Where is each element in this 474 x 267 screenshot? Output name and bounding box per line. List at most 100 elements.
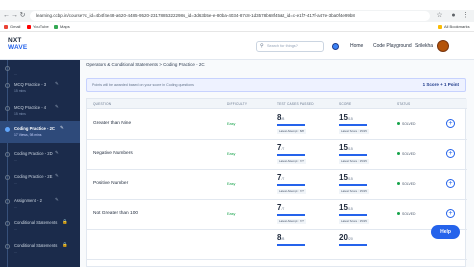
search-input[interactable]: ⚲ Search for things?: [256, 41, 324, 52]
solved-dot-icon: [397, 152, 400, 155]
progress-circle-icon: [5, 106, 10, 111]
nav-code-playground[interactable]: Code Playground: [373, 42, 412, 50]
latest-attempt: Latest Attempt : 7/7: [277, 219, 306, 224]
table-row[interactable]: Positive Number Easy 7/7 Latest Attempt : 7…: [87, 170, 467, 200]
streak-icon[interactable]: [332, 43, 339, 50]
back-icon[interactable]: ←: [3, 10, 10, 22]
bookmark-youtube[interactable]: YouTube: [27, 22, 49, 32]
progress-circle-icon: [5, 221, 10, 226]
solved-dot-icon: [397, 182, 400, 185]
browser-toolbar: ← → ↻ learning.ccbp.in/course?c_id=4b4f4…: [0, 10, 474, 22]
solved-dot-icon: [397, 212, 400, 215]
table-row[interactable]: Not Greater than 100 Easy 7/7 Latest Attemp…: [87, 200, 467, 230]
score-summary: 1 Score + 1 Point: [422, 82, 459, 87]
progress-fill: [277, 214, 305, 216]
open-question-icon[interactable]: +: [446, 149, 455, 158]
progress-circle-icon: [5, 152, 10, 157]
table-row[interactable]: Greater than Nine Easy 8/8 Latest Attempt :…: [87, 110, 467, 140]
user-name[interactable]: Srilekha: [415, 42, 433, 50]
question-title[interactable]: Not Greater than 100: [93, 211, 138, 216]
sidebar-item-mcq-4[interactable]: MCQ Practice - 4 15 mins ✎: [0, 100, 80, 122]
progress-fill: [339, 244, 367, 246]
profile-icon[interactable]: ●: [450, 10, 457, 22]
score-progress: [339, 214, 367, 216]
youtube-icon: [27, 24, 31, 29]
progress-circle-icon: [5, 66, 10, 71]
difficulty-label: Easy: [227, 182, 236, 186]
progress-fill: [277, 184, 305, 186]
bookmark-maps[interactable]: Maps: [54, 22, 70, 32]
sidebar-item-conditional-statements-2[interactable]: Conditional Statements ... 🔒: [0, 238, 80, 260]
reload-icon[interactable]: ↻: [19, 10, 26, 22]
col-question: QUESTION: [93, 102, 112, 106]
lock-icon: 🔒: [62, 242, 68, 247]
app-window: ← → ↻ learning.ccbp.in/course?c_id=4b4f4…: [0, 0, 474, 267]
code-icon: ✎: [55, 197, 59, 202]
status-badge: SOLVED: [397, 152, 416, 156]
latest-attempt: Latest Attempt : 7/7: [277, 159, 306, 164]
test-cases-progress: [277, 214, 305, 216]
score-progress: [339, 184, 367, 186]
col-status: STATUS: [397, 102, 411, 106]
progress-fill: [339, 214, 367, 216]
test-cases-progress: [277, 184, 305, 186]
difficulty-label: Easy: [227, 122, 236, 126]
test-cases-value: 7/7: [277, 203, 285, 212]
progress-circle-icon: [5, 83, 10, 88]
avatar[interactable]: [437, 40, 449, 52]
sidebar-item-conditional-statements[interactable]: Conditional Statements ... 🔒: [0, 215, 80, 237]
score-progress: [339, 124, 367, 126]
sidebar-item-coding-2d[interactable]: Coding Practice - 2D ... ✎: [0, 146, 80, 168]
folder-icon: [438, 24, 442, 29]
difficulty-label: Easy: [227, 152, 236, 156]
status-badge: SOLVED: [397, 182, 416, 186]
table-header: QUESTION DIFFICULTY TEST CASES PASSED SC…: [87, 99, 467, 109]
table-row[interactable]: Negative Numbers Easy 7/7 Latest Attempt : …: [87, 140, 467, 170]
nav-home[interactable]: Home: [350, 42, 363, 50]
main-content: Operators & Conditional Statements > Cod…: [80, 60, 474, 267]
test-cases-progress: [277, 154, 305, 156]
edit-icon: ✎: [55, 81, 59, 86]
breadcrumb[interactable]: Operators & Conditional Statements > Cod…: [86, 62, 205, 67]
latest-score: Latest Score : 15/15: [339, 129, 369, 134]
menu-icon[interactable]: ⋮: [462, 10, 469, 22]
search-icon: ⚲: [260, 43, 264, 49]
bookmark-gmail[interactable]: Gmail: [4, 22, 20, 32]
sidebar-item-mcq-3[interactable]: MCQ Practice - 3 15 mins ✎: [0, 77, 80, 99]
score-progress: [339, 244, 367, 246]
progress-circle-icon: [5, 127, 10, 132]
test-cases-progress: [277, 244, 305, 246]
test-cases-progress: [277, 124, 305, 126]
col-test-cases: TEST CASES PASSED: [277, 102, 314, 106]
question-title[interactable]: Negative Numbers: [93, 151, 133, 156]
score-value: 15/15: [339, 203, 353, 212]
sidebar-item-assignment-2[interactable]: Assignment - 2 ... ✎: [0, 193, 80, 215]
progress-circle-icon: [5, 244, 10, 249]
question-title[interactable]: Positive Number: [93, 181, 128, 186]
sidebar: ... MCQ Practice - 3 15 mins ✎ MCQ Pract…: [0, 60, 80, 267]
status-badge: SOLVED: [397, 122, 416, 126]
question-title[interactable]: Greater than Nine: [93, 121, 131, 126]
latest-score: Latest Score : 15/15: [339, 189, 369, 194]
open-question-icon[interactable]: +: [446, 209, 455, 218]
table-row[interactable]: 8/8 20/20: [87, 230, 467, 260]
score-value: 15/15: [339, 143, 353, 152]
latest-attempt: Latest Attempt : 7/7: [277, 189, 306, 194]
sidebar-item-coding-2c[interactable]: Coding Practice - 2C 17 Views, 98 mins ✎: [0, 121, 80, 143]
col-score: SCORE: [339, 102, 352, 106]
open-question-icon[interactable]: +: [446, 179, 455, 188]
all-bookmarks[interactable]: All Bookmarks: [438, 22, 470, 32]
nxtwave-logo[interactable]: NXT WAVE: [8, 37, 27, 51]
open-question-icon[interactable]: +: [446, 119, 455, 128]
help-button[interactable]: Help: [431, 225, 460, 239]
bookmarks-bar: Gmail YouTube Maps All Bookmarks: [0, 22, 474, 32]
test-cases-value: 7/7: [277, 173, 285, 182]
maps-icon: [54, 24, 58, 29]
status-badge: SOLVED: [397, 212, 416, 216]
address-bar[interactable]: learning.ccbp.in/course?c_id=4b4f4e48-a6…: [30, 11, 430, 21]
forward-icon[interactable]: →: [11, 10, 18, 22]
test-cases-value: 8/8: [277, 113, 285, 122]
sidebar-item-coding-2e[interactable]: Coding Practice - 2E ... ✎: [0, 169, 80, 191]
star-icon[interactable]: ☆: [436, 10, 443, 22]
test-cases-value: 8/8: [277, 233, 285, 242]
